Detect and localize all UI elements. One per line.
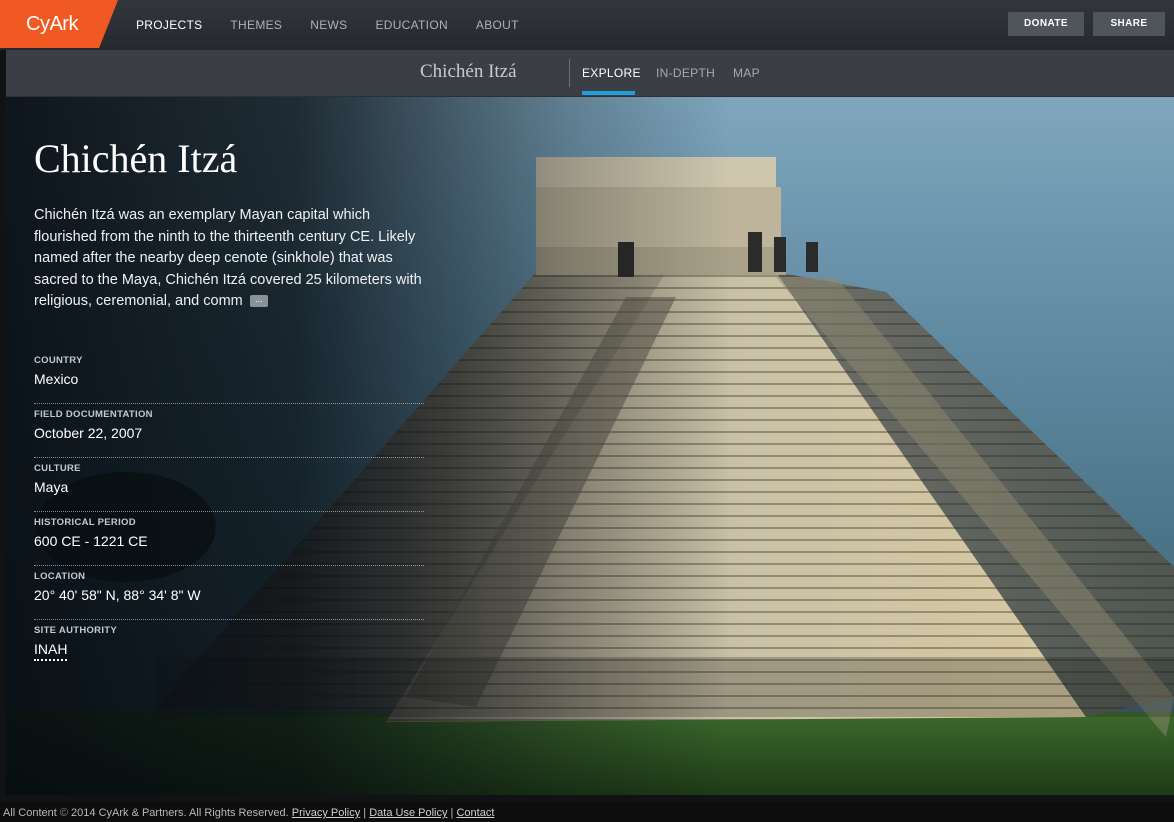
fact-label: CULTURE	[34, 463, 81, 474]
nav-themes[interactable]: THEMES	[230, 0, 282, 50]
nav-education[interactable]: EDUCATION	[375, 0, 447, 50]
fact-value: 600 CE - 1221 CE	[34, 533, 148, 549]
footer-copyright: 2014 CyArk & Partners. All Rights Reserv…	[71, 807, 289, 819]
footer: All Content © 2014 CyArk & Partners. All…	[0, 802, 1174, 822]
read-more-button[interactable]: ...	[249, 295, 268, 308]
footer-separator: |	[363, 807, 367, 819]
hero-section: Chichén Itzá Chichén Itzá was an exempla…	[6, 97, 1174, 795]
nav-news[interactable]: NEWS	[310, 0, 347, 50]
fact-value: Mexico	[34, 371, 79, 387]
donate-button[interactable]: DONATE	[1008, 12, 1084, 36]
fact-value: October 22, 2007	[34, 425, 143, 441]
fact-country: COUNTRY Mexico	[34, 350, 424, 404]
fact-label: LOCATION	[34, 571, 86, 582]
fact-site-authority: SITE AUTHORITY INAH	[34, 620, 424, 673]
site-facts-list: COUNTRY Mexico FIELD DOCUMENTATION Octob…	[34, 350, 424, 673]
footer-text: All Content © 2014 CyArk & Partners. All…	[3, 807, 494, 819]
fact-value: Maya	[34, 479, 69, 495]
main-nav: PROJECTS THEMES NEWS EDUCATION ABOUT	[136, 0, 547, 50]
fact-label: HISTORICAL PERIOD	[34, 517, 136, 528]
top-navigation-bar: CyArk PROJECTS THEMES NEWS EDUCATION ABO…	[0, 0, 1174, 50]
tab-explore[interactable]: EXPLORE	[582, 50, 641, 96]
hero-title: Chichén Itzá	[34, 136, 238, 181]
fact-label: COUNTRY	[34, 355, 83, 366]
site-subnav: Chichén Itzá EXPLORE IN-DEPTH MAP	[6, 50, 1174, 97]
privacy-policy-link[interactable]: Privacy Policy	[292, 807, 360, 819]
share-button[interactable]: SHARE	[1093, 12, 1165, 36]
fact-location: LOCATION 20° 40' 58" N, 88° 34' 8" W	[34, 566, 424, 620]
fact-label: FIELD DOCUMENTATION	[34, 409, 153, 420]
fact-historical-period: HISTORICAL PERIOD 600 CE - 1221 CE	[34, 512, 424, 566]
cyark-logo[interactable]: CyArk	[0, 0, 118, 48]
data-use-policy-link[interactable]: Data Use Policy	[369, 807, 447, 819]
fact-label: SITE AUTHORITY	[34, 625, 118, 636]
fact-value: 20° 40' 58" N, 88° 34' 8" W	[34, 587, 201, 603]
fact-culture: CULTURE Maya	[34, 458, 424, 512]
site-authority-link[interactable]: INAH	[34, 641, 68, 661]
footer-separator: |	[450, 807, 454, 819]
footer-prefix: All Content	[3, 807, 57, 819]
nav-about[interactable]: ABOUT	[476, 0, 519, 50]
logo-text: CyArk	[26, 13, 78, 35]
description-text: Chichén Itzá was an exemplary Mayan capi…	[34, 207, 422, 309]
nav-projects[interactable]: PROJECTS	[136, 0, 202, 50]
contact-link[interactable]: Contact	[456, 807, 494, 819]
tab-map[interactable]: MAP	[733, 50, 760, 96]
tab-in-depth[interactable]: IN-DEPTH	[656, 50, 715, 96]
copyright-symbol: ©	[59, 807, 68, 819]
fact-field-documentation: FIELD DOCUMENTATION October 22, 2007	[34, 404, 424, 458]
active-tab-indicator	[582, 91, 635, 95]
site-description: Chichén Itzá was an exemplary Mayan capi…	[34, 205, 426, 313]
subnav-divider	[569, 59, 570, 87]
subnav-site-title: Chichén Itzá	[420, 61, 517, 82]
